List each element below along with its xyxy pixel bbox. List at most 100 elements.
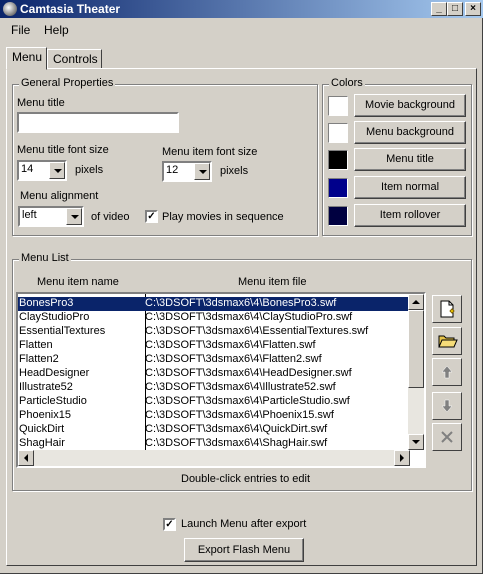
- item-normal-button[interactable]: Item normal: [354, 176, 466, 199]
- open-folder-icon: [438, 335, 458, 348]
- row-file: C:\3DSOFT\3dsmax6\4\ClayStudioPro.swf: [145, 311, 353, 323]
- scroll-down-arrow-icon[interactable]: [408, 434, 424, 450]
- launch-menu-checkbox[interactable]: ✓: [163, 518, 176, 531]
- row-name: EssentialTextures: [19, 325, 106, 337]
- title-font-size-label: Menu title font size: [17, 144, 109, 156]
- row-name: ClayStudioPro: [19, 311, 90, 323]
- item-normal-swatch: [328, 178, 348, 198]
- menu-alignment-label: Menu alignment: [20, 190, 99, 202]
- table-row[interactable]: EssentialTextures C:\3DSOFT\3dsmax6\4\Es…: [18, 325, 410, 339]
- table-row[interactable]: HeadDesigner C:\3DSOFT\3dsmax6\4\HeadDes…: [18, 367, 410, 381]
- row-name: BonesPro3: [19, 297, 74, 309]
- play-sequence-label: Play movies in sequence: [162, 211, 284, 223]
- row-file: C:\3DSOFT\3dsmax6\4\QuickDirt.swf: [145, 423, 328, 435]
- menu-background-swatch: [328, 123, 348, 143]
- row-name: ShagHair: [19, 437, 65, 449]
- delete-button[interactable]: [432, 423, 462, 451]
- table-row[interactable]: Illustrate52 C:\3DSOFT\3dsmax6\4\Illustr…: [18, 381, 410, 395]
- row-name: ParticleStudio: [19, 395, 87, 407]
- window-title: Camtasia Theater: [20, 2, 121, 16]
- scroll-up-arrow-icon[interactable]: [408, 294, 424, 310]
- menu-bar: File Help: [0, 20, 483, 40]
- menu-title-swatch: [328, 150, 348, 170]
- menu-alignment-select[interactable]: left: [18, 206, 84, 227]
- menu-list-legend: Menu List: [19, 252, 71, 264]
- item-rollover-swatch: [328, 206, 348, 226]
- item-rollover-button[interactable]: Item rollover: [354, 204, 466, 227]
- row-file: C:\3DSOFT\3dsmax6\4\ShagHair.swf: [145, 437, 328, 449]
- item-font-size-value: 12: [166, 164, 179, 176]
- move-down-button[interactable]: [432, 392, 462, 420]
- menu-title-label: Menu title: [17, 97, 65, 109]
- table-row[interactable]: ParticleStudio C:\3DSOFT\3dsmax6\4\Parti…: [18, 395, 410, 409]
- row-file: C:\3DSOFT\3dsmax6\4\BonesPro3.swf: [145, 297, 337, 309]
- menu-item-list[interactable]: BonesPro3 C:\3DSOFT\3dsmax6\4\BonesPro3.…: [16, 292, 426, 468]
- movie-background-button[interactable]: Movie background: [354, 94, 466, 117]
- table-row[interactable]: BonesPro3 C:\3DSOFT\3dsmax6\4\BonesPro3.…: [18, 297, 410, 311]
- colors-legend: Colors: [329, 77, 365, 89]
- row-file: C:\3DSOFT\3dsmax6\4\Flatten.swf: [145, 339, 316, 351]
- move-down-icon: [441, 399, 453, 413]
- title-font-unit: pixels: [75, 164, 104, 176]
- menu-file[interactable]: File: [11, 23, 30, 37]
- menu-title-color-button[interactable]: Menu title: [354, 148, 466, 171]
- close-button[interactable]: ×: [465, 2, 481, 16]
- table-row[interactable]: QuickDirt C:\3DSOFT\3dsmax6\4\QuickDirt.…: [18, 423, 410, 437]
- alignment-suffix: of video: [91, 211, 130, 223]
- horizontal-scrollbar[interactable]: [18, 450, 410, 466]
- vertical-scrollbar[interactable]: [408, 294, 424, 450]
- app-window: Camtasia Theater _ □ × File Help Menu Co…: [0, 0, 483, 574]
- app-icon: [3, 2, 17, 16]
- row-name: Flatten: [19, 339, 53, 351]
- export-flash-menu-button[interactable]: Export Flash Menu: [184, 538, 304, 562]
- column-header-name: Menu item name: [37, 276, 119, 288]
- table-row[interactable]: ShagHair C:\3DSOFT\3dsmax6\4\ShagHair.sw…: [18, 437, 410, 451]
- row-name: HeadDesigner: [19, 367, 90, 379]
- delete-icon: [441, 431, 453, 443]
- row-file: C:\3DSOFT\3dsmax6\4\Flatten2.swf: [145, 353, 322, 365]
- movie-background-swatch: [328, 96, 348, 116]
- table-row[interactable]: Flatten2 C:\3DSOFT\3dsmax6\4\Flatten2.sw…: [18, 353, 410, 367]
- row-name: Flatten2: [19, 353, 59, 365]
- row-file: C:\3DSOFT\3dsmax6\4\EssentialTextures.sw…: [145, 325, 369, 337]
- menu-alignment-value: left: [22, 209, 37, 221]
- row-name: Phoenix15: [19, 409, 71, 421]
- move-up-icon: [441, 365, 453, 379]
- scroll-thumb[interactable]: [408, 310, 424, 388]
- title-font-size-select[interactable]: 14: [17, 160, 67, 181]
- item-font-unit: pixels: [220, 165, 249, 177]
- maximize-button[interactable]: □: [447, 2, 463, 16]
- chevron-down-icon[interactable]: [66, 208, 82, 225]
- general-properties-legend: General Properties: [19, 77, 116, 89]
- item-font-size-label: Menu item font size: [162, 146, 258, 158]
- item-font-size-select[interactable]: 12: [162, 161, 212, 182]
- table-row[interactable]: ClayStudioPro C:\3DSOFT\3dsmax6\4\ClaySt…: [18, 311, 410, 325]
- row-name: Illustrate52: [19, 381, 73, 393]
- tab-menu[interactable]: Menu: [6, 47, 47, 70]
- menu-help[interactable]: Help: [44, 23, 69, 37]
- open-folder-button[interactable]: [432, 327, 462, 355]
- table-row[interactable]: Phoenix15 C:\3DSOFT\3dsmax6\4\Phoenix15.…: [18, 409, 410, 423]
- row-file: C:\3DSOFT\3dsmax6\4\Phoenix15.swf: [145, 409, 334, 421]
- new-item-button[interactable]: [432, 295, 462, 323]
- row-file: C:\3DSOFT\3dsmax6\4\Illustrate52.swf: [145, 381, 336, 393]
- row-name: QuickDirt: [19, 423, 65, 435]
- new-item-icon: [440, 300, 455, 318]
- table-row[interactable]: Flatten C:\3DSOFT\3dsmax6\4\Flatten.swf: [18, 339, 410, 353]
- row-file: C:\3DSOFT\3dsmax6\4\ParticleStudio.swf: [145, 395, 350, 407]
- list-hint: Double-click entries to edit: [181, 473, 311, 485]
- menu-title-input[interactable]: [17, 112, 179, 133]
- tab-controls[interactable]: Controls: [47, 49, 102, 69]
- play-sequence-checkbox[interactable]: ✓: [145, 210, 158, 223]
- scroll-right-arrow-icon[interactable]: [394, 450, 410, 466]
- chevron-down-icon[interactable]: [194, 163, 210, 180]
- menu-background-button[interactable]: Menu background: [354, 121, 466, 144]
- row-file: C:\3DSOFT\3dsmax6\4\HeadDesigner.swf: [145, 367, 352, 379]
- minimize-button[interactable]: _: [431, 2, 447, 16]
- chevron-down-icon[interactable]: [49, 162, 65, 179]
- title-font-size-value: 14: [21, 163, 34, 175]
- title-bar[interactable]: Camtasia Theater _ □ ×: [0, 0, 483, 18]
- scroll-left-arrow-icon[interactable]: [18, 450, 34, 466]
- move-up-button[interactable]: [432, 358, 462, 386]
- launch-menu-label: Launch Menu after export: [181, 518, 307, 530]
